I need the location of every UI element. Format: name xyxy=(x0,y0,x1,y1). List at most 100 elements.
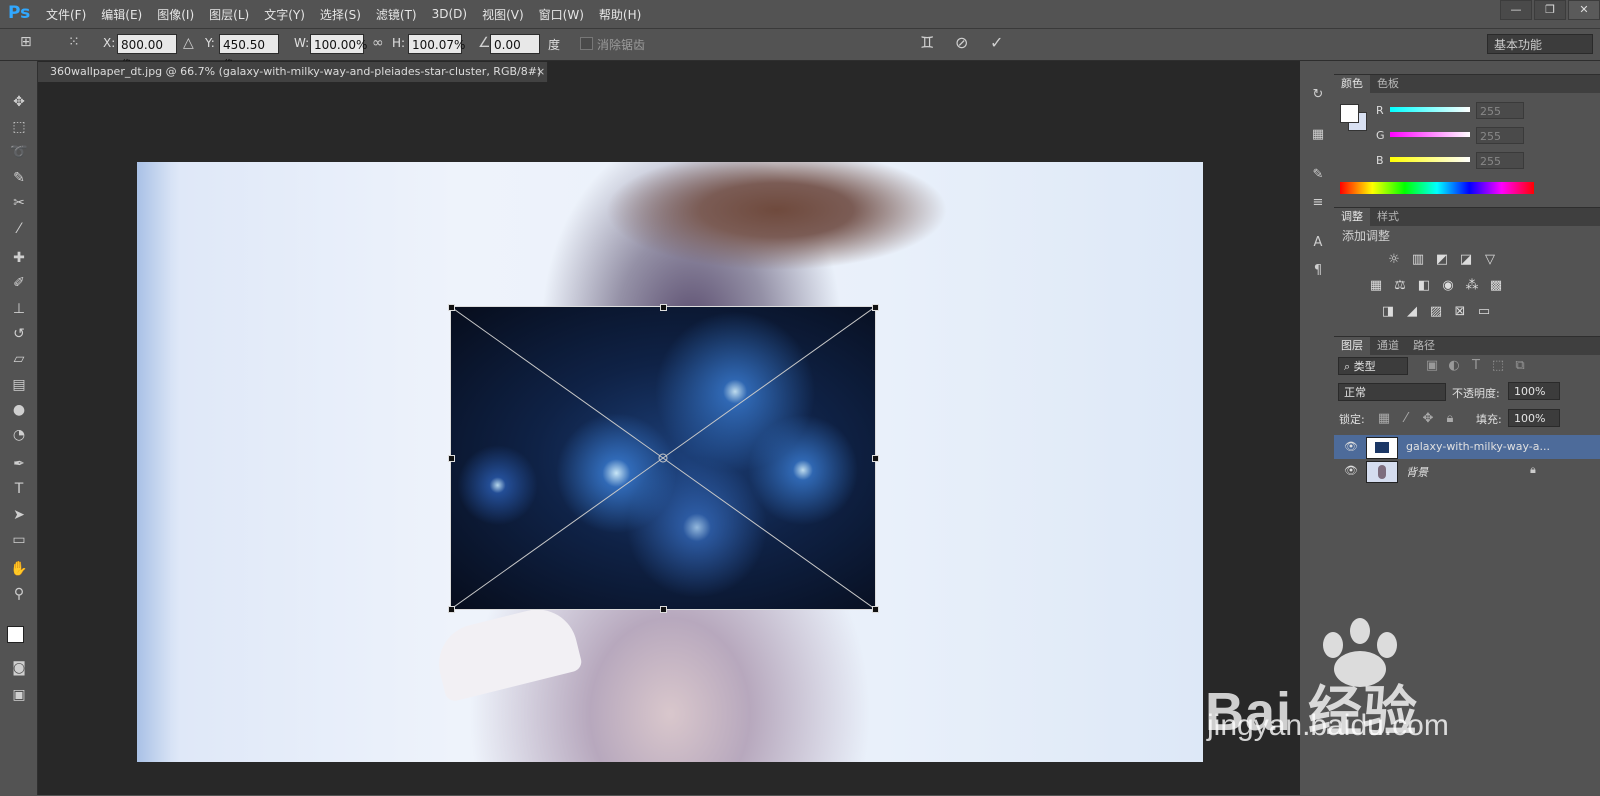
angle-input[interactable]: 0.00 xyxy=(490,34,540,54)
visibility-eye-icon[interactable]: 👁︎ xyxy=(1344,440,1358,453)
curves-icon[interactable]: ◩ xyxy=(1434,252,1450,268)
crop-tool-icon[interactable]: ✂ xyxy=(8,192,30,214)
balance-icon[interactable]: ⚖ xyxy=(1392,278,1408,294)
shape-tool-icon[interactable]: ▭ xyxy=(8,529,30,551)
color-fg-swatch[interactable] xyxy=(1340,104,1359,123)
delta-icon[interactable]: △ xyxy=(183,35,194,51)
layer-filter-select[interactable]: ⌕ 类型 xyxy=(1338,357,1408,375)
close-button[interactable]: ✕ xyxy=(1568,0,1600,20)
tab-paths[interactable]: 路径 xyxy=(1406,337,1442,355)
tab-color[interactable]: 颜色 xyxy=(1334,75,1370,93)
width-input[interactable]: 100.00% xyxy=(310,34,367,54)
antialias-checkbox[interactable] xyxy=(580,37,593,50)
transform-handle-left[interactable] xyxy=(448,455,455,462)
filter-type-icon[interactable]: T xyxy=(1468,358,1484,374)
transform-handle-bottom[interactable] xyxy=(660,606,667,613)
warp-icon[interactable]: ♊ xyxy=(920,33,934,52)
selective-color-icon[interactable]: ⊠ xyxy=(1452,304,1468,320)
layer-name[interactable]: 背景 xyxy=(1406,464,1428,480)
path-select-tool-icon[interactable]: ➤ xyxy=(8,504,30,526)
document-tab-close-icon[interactable]: × xyxy=(536,62,545,82)
gradient-tool-icon[interactable]: ▤ xyxy=(8,374,30,396)
posterize-icon[interactable]: ◢ xyxy=(1404,304,1420,320)
transform-handle-right[interactable] xyxy=(872,455,879,462)
menu-edit[interactable]: 编辑(E) xyxy=(101,6,142,23)
transform-handle-top-left[interactable] xyxy=(448,304,455,311)
exposure-icon[interactable]: ◪ xyxy=(1458,252,1474,268)
channel-mixer-icon[interactable]: ⁂ xyxy=(1464,278,1480,294)
foreground-color-swatch[interactable] xyxy=(7,626,24,643)
hue-icon[interactable]: ▦ xyxy=(1368,278,1384,294)
hand-tool-icon[interactable]: ✋ xyxy=(8,558,30,580)
filter-adjust-icon[interactable]: ◐ xyxy=(1446,358,1462,374)
transform-handle-bottom-right[interactable] xyxy=(872,606,879,613)
eyedropper-tool-icon[interactable]: ⁄ xyxy=(8,218,30,240)
height-input[interactable]: 100.07% xyxy=(408,34,465,54)
commit-transform-icon[interactable]: ✓ xyxy=(990,33,1003,52)
g-slider[interactable] xyxy=(1390,132,1470,137)
black-white-icon[interactable]: ◧ xyxy=(1416,278,1432,294)
3d-panel-icon[interactable]: ▦ xyxy=(1309,126,1327,144)
layer-row-background[interactable]: 👁︎ 背景 🔒︎ xyxy=(1334,459,1600,483)
layer-row-galaxy[interactable]: 👁︎ galaxy-with-milky-way-a... xyxy=(1334,435,1600,459)
blend-mode-select[interactable]: 正常 xyxy=(1338,383,1446,401)
color-spectrum[interactable] xyxy=(1340,182,1534,194)
brush-panel-icon[interactable]: ✎ xyxy=(1309,166,1327,184)
transform-handle-bottom-left[interactable] xyxy=(448,606,455,613)
tab-adjustments[interactable]: 调整 xyxy=(1334,208,1370,226)
document-tab[interactable]: 360wallpaper_dt.jpg @ 66.7% (galaxy-with… xyxy=(38,62,548,82)
quick-select-tool-icon[interactable]: ✎ xyxy=(8,167,30,189)
stamp-tool-icon[interactable]: ⊥ xyxy=(8,298,30,320)
g-value[interactable]: 255 xyxy=(1476,127,1524,144)
opacity-input[interactable]: 100% xyxy=(1508,382,1560,400)
brightness-icon[interactable]: ☼ xyxy=(1386,252,1402,268)
menu-window[interactable]: 窗口(W) xyxy=(539,6,584,23)
r-value[interactable]: 255 xyxy=(1476,102,1524,119)
tab-channels[interactable]: 通道 xyxy=(1370,337,1406,355)
paragraph-panel-icon[interactable]: ¶ xyxy=(1309,262,1327,280)
lock-paint-icon[interactable]: ⁄ xyxy=(1398,411,1414,427)
threshold-icon[interactable]: ▨ xyxy=(1428,304,1444,320)
eraser-tool-icon[interactable]: ▱ xyxy=(8,348,30,370)
menu-type[interactable]: 文字(Y) xyxy=(264,6,305,23)
menu-3d[interactable]: 3D(D) xyxy=(432,7,467,21)
levels-icon[interactable]: ▥ xyxy=(1410,252,1426,268)
menu-image[interactable]: 图像(I) xyxy=(157,6,194,23)
invert-icon[interactable]: ◨ xyxy=(1380,304,1396,320)
blur-tool-icon[interactable]: ● xyxy=(8,399,30,421)
pen-tool-icon[interactable]: ✒ xyxy=(8,453,30,475)
galaxy-layer[interactable] xyxy=(448,304,879,613)
dodge-tool-icon[interactable]: ◔ xyxy=(8,424,30,446)
b-value[interactable]: 255 xyxy=(1476,152,1524,169)
x-input[interactable]: 800.00 像 xyxy=(117,34,177,72)
menu-file[interactable]: 文件(F) xyxy=(46,6,86,23)
cancel-transform-icon[interactable]: ⊘ xyxy=(955,33,968,52)
move-tool-icon[interactable]: ✥ xyxy=(8,91,30,113)
character-panel-icon[interactable]: A xyxy=(1309,234,1327,252)
menu-filter[interactable]: 滤镜(T) xyxy=(376,6,417,23)
visibility-eye-icon[interactable]: 👁︎ xyxy=(1344,464,1358,477)
b-slider[interactable] xyxy=(1390,157,1470,162)
history-brush-tool-icon[interactable]: ↺ xyxy=(8,323,30,345)
type-tool-icon[interactable]: T xyxy=(8,478,30,500)
lock-position-icon[interactable]: ✥ xyxy=(1420,411,1436,427)
color-lookup-icon[interactable]: ▩ xyxy=(1488,278,1504,294)
photo-filter-icon[interactable]: ◉ xyxy=(1440,278,1456,294)
quick-mask-icon[interactable]: ◙ xyxy=(8,657,30,679)
zoom-tool-icon[interactable]: ⚲ xyxy=(8,583,30,605)
gradient-map-icon[interactable]: ▭ xyxy=(1476,304,1492,320)
screen-mode-icon[interactable]: ▣ xyxy=(8,684,30,706)
filter-pixel-icon[interactable]: ▣ xyxy=(1424,358,1440,374)
tab-styles[interactable]: 样式 xyxy=(1370,208,1406,226)
fill-input[interactable]: 100% xyxy=(1508,409,1560,427)
filter-shape-icon[interactable]: ⬚ xyxy=(1490,358,1506,374)
transform-handle-top-right[interactable] xyxy=(872,304,879,311)
transform-tool-icon[interactable]: ⊞ xyxy=(20,34,32,50)
menu-select[interactable]: 选择(S) xyxy=(320,6,361,23)
lasso-tool-icon[interactable]: ➰ xyxy=(8,141,30,163)
y-input[interactable]: 450.50 像 xyxy=(219,34,279,72)
marquee-tool-icon[interactable]: ⬚ xyxy=(8,116,30,138)
restore-button[interactable]: ❐ xyxy=(1534,0,1566,20)
menu-help[interactable]: 帮助(H) xyxy=(599,6,641,23)
minimize-button[interactable]: — xyxy=(1500,0,1532,20)
